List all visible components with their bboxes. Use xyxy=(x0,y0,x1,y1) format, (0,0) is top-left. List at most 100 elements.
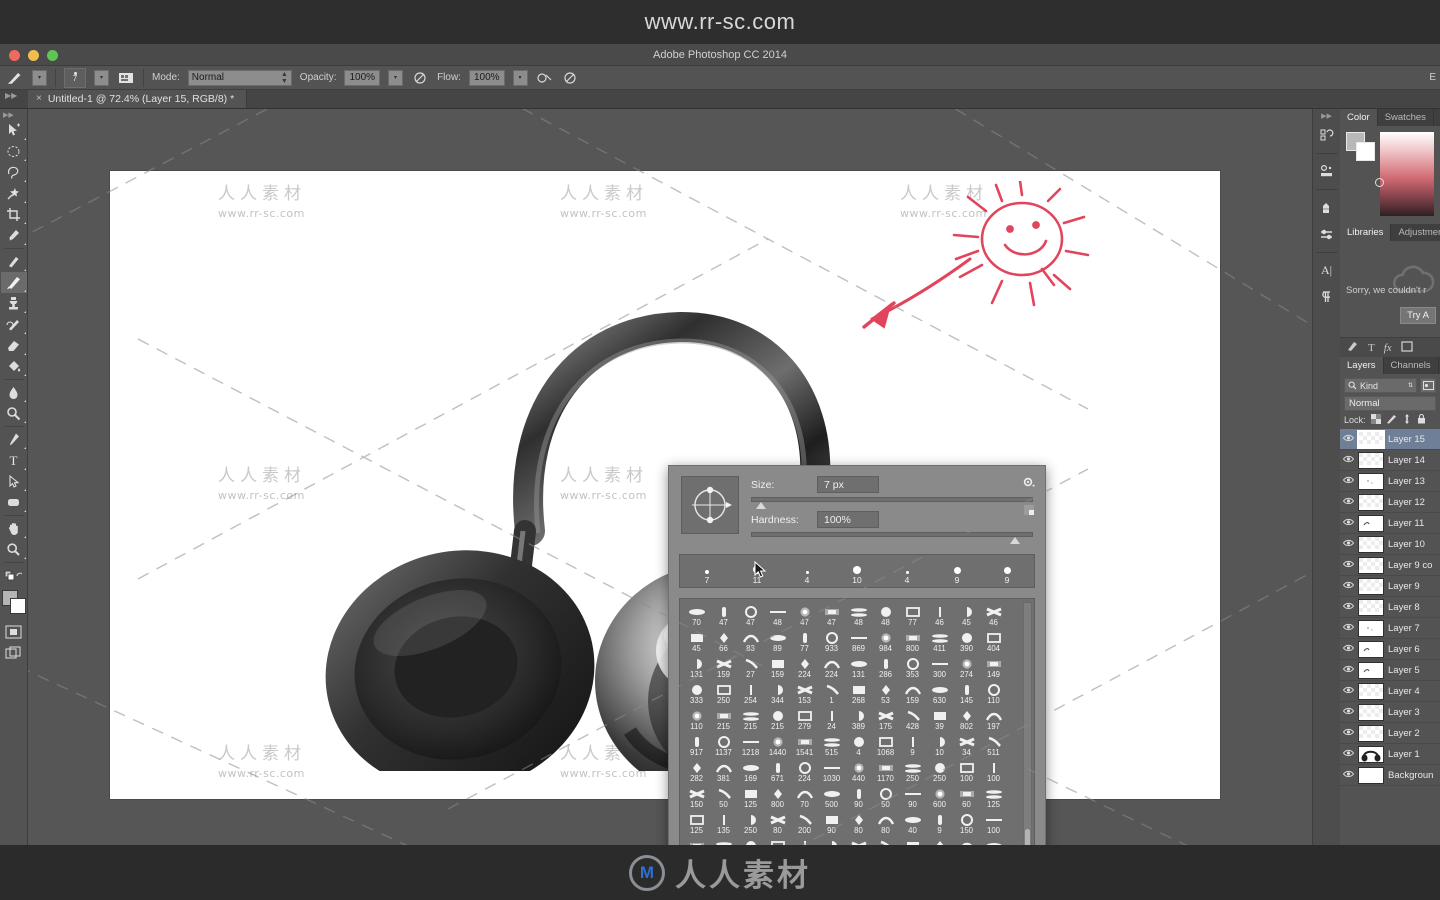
quick-mask-icon[interactable] xyxy=(1,621,27,642)
brush-preset-cell[interactable]: 45 xyxy=(764,836,791,845)
preset-item[interactable]: 10 xyxy=(832,566,882,585)
brush-preset-cell[interactable]: 10 xyxy=(926,732,953,757)
brush-preset-cell[interactable]: 80 xyxy=(845,810,872,835)
brush-preset-cell[interactable]: 279 xyxy=(791,706,818,731)
window-controls[interactable] xyxy=(9,50,58,61)
eye-icon[interactable] xyxy=(1342,686,1355,696)
brush-preset-dropdown[interactable]: ▾ xyxy=(32,69,47,86)
brush-preset-cell[interactable]: 250 xyxy=(737,810,764,835)
layer-row[interactable]: Layer 14 xyxy=(1340,450,1440,471)
brush-preset-cell[interactable]: 344 xyxy=(764,680,791,705)
lock-all-icon[interactable] xyxy=(1417,413,1426,426)
color-ramp-marker[interactable] xyxy=(1375,178,1384,187)
tab-color[interactable]: Color xyxy=(1340,109,1378,126)
brush-preset-cell[interactable]: 333 xyxy=(683,680,710,705)
flow-input[interactable]: 100% xyxy=(468,69,505,86)
brush-preset-cell[interactable]: 511 xyxy=(980,732,1007,757)
brush-preset-cell[interactable]: 60 xyxy=(953,784,980,809)
background-color-swatch[interactable] xyxy=(9,598,26,614)
brush-preset-cell[interactable]: 53 xyxy=(872,680,899,705)
color-panel-swatches[interactable] xyxy=(1346,132,1375,161)
eye-icon[interactable] xyxy=(1342,581,1355,591)
document-tab[interactable]: × Untitled-1 @ 72.4% (Layer 15, RGB/8) * xyxy=(28,89,248,108)
magic-wand-tool[interactable] xyxy=(1,183,27,204)
brush-preset-picker-panel[interactable]: Size: 7 px Hardness: 100% 7 11 4 10 4 9 … xyxy=(668,465,1046,845)
close-window-button[interactable] xyxy=(9,50,20,61)
brush-preset-cell[interactable]: 153 xyxy=(791,680,818,705)
brush-preset-cell[interactable]: 224 xyxy=(791,758,818,783)
opacity-input[interactable]: 100% xyxy=(344,69,381,86)
brush-preset-cell[interactable]: 149 xyxy=(980,654,1007,679)
brush-preset-cell[interactable]: 40 xyxy=(899,810,926,835)
preset-item[interactable]: 9 xyxy=(932,567,982,585)
brush-preset-cell[interactable]: 110 xyxy=(980,680,1007,705)
layer-row[interactable]: Layer 9 co xyxy=(1340,555,1440,576)
brush-preset-cell[interactable]: 9 xyxy=(899,732,926,757)
lock-transparent-icon[interactable] xyxy=(1370,414,1381,426)
brush-preset-cell[interactable]: 159 xyxy=(764,654,791,679)
brush-preset-cell[interactable]: 135 xyxy=(710,810,737,835)
eye-icon[interactable] xyxy=(1342,623,1355,633)
try-again-button[interactable]: Try A xyxy=(1400,307,1436,324)
layer-row[interactable]: Layer 5 xyxy=(1340,660,1440,681)
move-tool[interactable] xyxy=(1,120,27,141)
layer-row[interactable]: Backgroun xyxy=(1340,765,1440,786)
brush-settings-icon[interactable] xyxy=(1314,194,1340,220)
brush-preset-cell[interactable]: 46 xyxy=(980,602,1007,627)
brush-preset-cell[interactable]: 984 xyxy=(872,628,899,653)
layer-row[interactable]: Layer 7 xyxy=(1340,618,1440,639)
zoom-tool[interactable] xyxy=(1,539,27,560)
brush-preset-cell[interactable]: 600 xyxy=(926,784,953,809)
brush-preset-cell[interactable]: 353 xyxy=(899,654,926,679)
color-panel-tabs[interactable]: Color Swatches xyxy=(1340,109,1440,126)
tools-grip[interactable]: ▶▶ xyxy=(0,111,14,120)
brush-preset-cell[interactable]: 9 xyxy=(926,810,953,835)
history-brush-tool[interactable] xyxy=(1,314,27,335)
layer-row[interactable]: Layer 1 xyxy=(1340,744,1440,765)
brush-preset-cell[interactable]: 215 xyxy=(764,706,791,731)
brush-preset-cell[interactable]: 110 xyxy=(683,706,710,731)
brush-preset-cell[interactable]: 150 xyxy=(683,784,710,809)
brush-preset-cell[interactable]: 1887 xyxy=(926,836,953,845)
preset-item[interactable]: 4 xyxy=(782,571,832,585)
brush-preset-cell[interactable]: 159 xyxy=(710,654,737,679)
brush-preset-cell[interactable]: 90 xyxy=(953,836,980,845)
brush-preset-cell[interactable]: 47 xyxy=(710,602,737,627)
brush-preset-cell[interactable]: 100 xyxy=(953,758,980,783)
close-icon[interactable]: × xyxy=(36,93,42,104)
brush-preset-cell[interactable]: 1068 xyxy=(872,732,899,757)
brush-preset-cell[interactable]: 800 xyxy=(764,784,791,809)
style-icon[interactable] xyxy=(1346,340,1359,355)
brush-preset-cell[interactable]: 150 xyxy=(953,810,980,835)
brush-preset-cell[interactable]: 90 xyxy=(737,836,764,845)
crop-tool[interactable] xyxy=(1,204,27,225)
brush-preset-cell[interactable]: 47 xyxy=(791,602,818,627)
maximize-window-button[interactable] xyxy=(47,50,58,61)
brush-preset-cell[interactable]: 100 xyxy=(710,836,737,845)
eye-icon[interactable] xyxy=(1342,476,1355,486)
brush-preset-cell[interactable]: 197 xyxy=(980,706,1007,731)
brush-panel-toggle-icon[interactable] xyxy=(117,69,135,87)
brush-preset-cell[interactable]: 45 xyxy=(683,628,710,653)
brush-preset-cell[interactable]: 250 xyxy=(926,758,953,783)
foreground-background-swatches[interactable] xyxy=(1,589,27,617)
brush-preset-cell[interactable]: 389 xyxy=(845,706,872,731)
brush-preset-cell[interactable]: 404 xyxy=(980,628,1007,653)
layer-list[interactable]: Layer 15 Layer 14 Layer 13 Layer 12 Layer 11… xyxy=(1340,429,1440,845)
brush-preset-cell[interactable]: 80 xyxy=(764,810,791,835)
airbrush-icon[interactable] xyxy=(536,69,554,87)
brush-preset-cell[interactable]: 77 xyxy=(791,628,818,653)
brush-preset-cell[interactable]: 933 xyxy=(818,628,845,653)
brush-preset-cell[interactable]: 169 xyxy=(737,758,764,783)
adjustments-panel-icon[interactable] xyxy=(1314,221,1340,247)
eye-icon[interactable] xyxy=(1342,749,1355,759)
eye-icon[interactable] xyxy=(1342,539,1355,549)
dock-grip[interactable]: ▶▶ xyxy=(1321,112,1332,122)
history-panel-icon[interactable] xyxy=(1314,122,1340,148)
eye-icon[interactable] xyxy=(1342,455,1355,465)
brush-preset-cell[interactable]: 125 xyxy=(737,784,764,809)
brush-preset-cell[interactable]: 224 xyxy=(818,654,845,679)
brush-tool[interactable] xyxy=(0,272,27,293)
brush-preset-cell[interactable]: 215 xyxy=(710,706,737,731)
flow-dropdown[interactable]: ▾ xyxy=(512,69,528,86)
